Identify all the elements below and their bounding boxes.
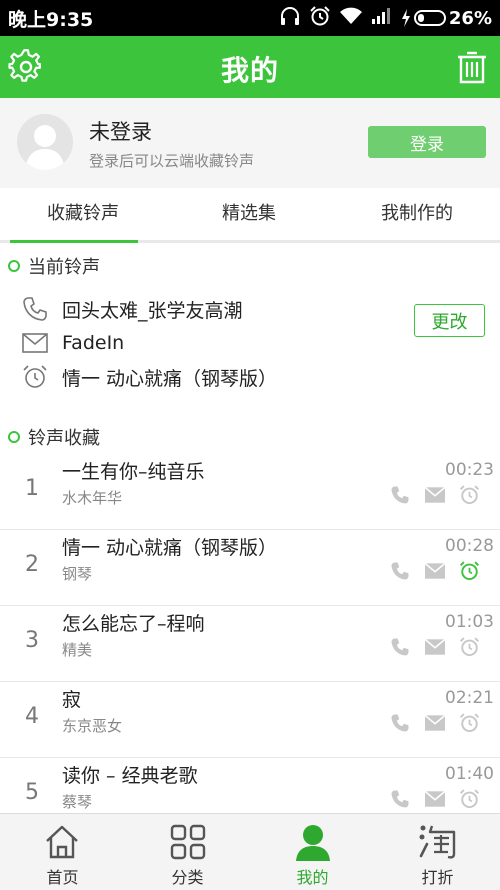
current-alarm-ringtone: 情一 动心就痛（钢琴版） — [20, 362, 277, 392]
item-title: 寂 — [62, 689, 82, 711]
item-index: 3 — [25, 628, 39, 653]
item-artist: 精美 — [62, 641, 93, 659]
favorites-heading: 铃声收藏 — [8, 424, 100, 450]
item-title: 一生有你–纯音乐 — [62, 461, 205, 483]
set-alarm-ringtone-alarm-icon[interactable] — [459, 636, 480, 658]
set-message-ringtone-mail-icon[interactable] — [424, 712, 445, 734]
list-item[interactable]: 3 怎么能忘了–程响 精美 01:03 — [0, 606, 500, 682]
app-header: 我的 — [0, 36, 500, 98]
avatar-placeholder-icon — [25, 125, 65, 170]
set-message-ringtone-mail-icon[interactable] — [424, 484, 445, 506]
nav-category-label: 分类 — [171, 868, 204, 887]
tab-featured[interactable]: 精选集 — [166, 188, 332, 240]
item-duration: 00:28 — [445, 536, 494, 556]
nav-mine-label: 我的 — [296, 868, 329, 887]
category-grid-icon — [168, 822, 208, 862]
profile-panel: 未登录 登录后可以云端收藏铃声 登录 — [0, 98, 500, 188]
tab-bar: 收藏铃声 精选集 我制作的 — [0, 188, 500, 243]
nav-discount-label: 打折 — [421, 868, 454, 887]
set-alarm-ringtone-alarm-icon[interactable] — [459, 788, 480, 810]
set-alarm-ringtone-alarm-icon[interactable] — [459, 560, 480, 582]
status-bar: 晚上9:35 26% — [0, 0, 500, 36]
status-time: 晚上9:35 — [8, 9, 94, 31]
nav-mine[interactable]: 我的 — [250, 814, 375, 890]
set-message-ringtone-mail-icon[interactable] — [424, 560, 445, 582]
battery-percent: 26% — [448, 7, 492, 29]
item-duration: 00:23 — [445, 460, 494, 480]
current-alarm-ringtone-name: 情一 动心就痛（钢琴版） — [62, 367, 278, 390]
set-alarm-ringtone-alarm-icon[interactable] — [459, 484, 480, 506]
section-dot — [8, 260, 20, 272]
tab-my-creations[interactable]: 我制作的 — [334, 188, 500, 240]
favorites-title: 铃声收藏 — [28, 428, 100, 449]
avatar[interactable] — [17, 114, 73, 170]
item-index: 2 — [25, 552, 39, 577]
battery-level-fill — [417, 14, 424, 22]
current-message-ringtone-name: FadeIn — [62, 332, 125, 354]
phone-icon — [20, 294, 50, 324]
profile-subtitle: 登录后可以云端收藏铃声 — [89, 152, 255, 170]
set-message-ringtone-mail-icon[interactable] — [424, 636, 445, 658]
item-index: 1 — [25, 476, 39, 501]
set-call-ringtone-phone-icon[interactable] — [389, 484, 410, 506]
page-title: 我的 — [220, 54, 279, 87]
item-duration: 02:21 — [445, 688, 494, 708]
item-duration: 01:40 — [445, 764, 494, 784]
list-item[interactable]: 2 情一 动心就痛（钢琴版） 钢琴 00:28 — [0, 530, 500, 606]
login-button[interactable]: 登录 — [368, 126, 486, 158]
item-artist: 钢琴 — [62, 565, 93, 583]
section-dot — [8, 431, 20, 443]
current-ringtone-heading: 当前铃声 — [8, 253, 100, 279]
current-call-ringtone: 回头太难_张学友高潮 — [20, 294, 243, 324]
nav-category[interactable]: 分类 — [125, 814, 250, 890]
set-alarm-ringtone-alarm-icon[interactable] — [459, 712, 480, 734]
user-icon — [293, 822, 333, 862]
nav-home-label: 首页 — [46, 868, 79, 887]
headphones-icon — [279, 6, 301, 30]
set-call-ringtone-phone-icon[interactable] — [389, 788, 410, 810]
set-call-ringtone-phone-icon[interactable] — [389, 636, 410, 658]
item-title: 怎么能忘了–程响 — [62, 613, 205, 635]
item-artist: 水木年华 — [62, 489, 123, 507]
bottom-nav: 首页 分类 我的 打折 — [0, 813, 500, 890]
taobao-icon — [418, 822, 458, 862]
signal-icon — [371, 7, 393, 29]
nav-home[interactable]: 首页 — [0, 814, 125, 890]
item-title: 读你 – 经典老歌 — [62, 765, 198, 787]
favorites-list: 1 一生有你–纯音乐 水木年华 00:23 2 情一 动心就痛（钢琴版） 钢琴 … — [0, 454, 500, 834]
set-call-ringtone-phone-icon[interactable] — [389, 712, 410, 734]
item-index: 5 — [25, 780, 39, 805]
status-icons: 26% — [279, 0, 492, 36]
alarm-status-icon — [309, 5, 331, 31]
item-title: 情一 动心就痛（钢琴版） — [62, 537, 278, 559]
alarm-clock-icon — [20, 362, 50, 392]
mail-icon — [20, 328, 50, 358]
delete-button[interactable] — [452, 47, 492, 87]
charging-icon — [401, 9, 410, 27]
item-duration: 01:03 — [445, 612, 494, 632]
list-item[interactable]: 4 寂 东京恶女 02:21 — [0, 682, 500, 758]
battery: 26% — [401, 8, 492, 29]
set-call-ringtone-phone-icon[interactable] — [389, 560, 410, 582]
home-icon — [42, 822, 82, 862]
wifi-icon — [339, 7, 363, 29]
tab-favorite-ringtones[interactable]: 收藏铃声 — [0, 188, 166, 243]
set-message-ringtone-mail-icon[interactable] — [424, 788, 445, 810]
item-artist: 东京恶女 — [62, 717, 123, 735]
list-item[interactable]: 1 一生有你–纯音乐 水木年华 00:23 — [0, 454, 500, 530]
item-artist: 蔡琴 — [62, 793, 93, 811]
trash-icon — [458, 51, 486, 84]
nav-discount[interactable]: 打折 — [375, 814, 500, 890]
profile-name: 未登录 — [89, 120, 152, 144]
current-call-ringtone-name: 回头太难_张学友高潮 — [62, 299, 243, 322]
current-message-ringtone: FadeIn — [20, 328, 124, 358]
current-ringtone-title: 当前铃声 — [28, 257, 100, 278]
change-ringtone-button[interactable]: 更改 — [414, 304, 485, 337]
item-index: 4 — [25, 704, 39, 729]
battery-icon — [413, 10, 446, 26]
